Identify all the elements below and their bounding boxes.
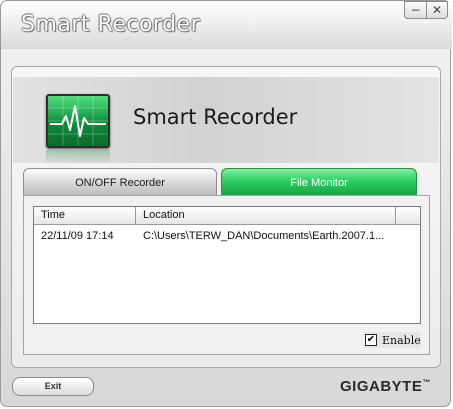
- column-header-location[interactable]: Location: [136, 207, 396, 224]
- list-item[interactable]: 22/11/09 17:14 C:\Users\TERW_DAN\Documen…: [34, 228, 414, 244]
- exit-button[interactable]: Exit: [12, 377, 94, 396]
- window-title: Smart Recorder: [21, 12, 201, 37]
- tab-file-monitor[interactable]: File Monitor: [221, 168, 417, 196]
- list-header: Time Location: [34, 207, 420, 225]
- file-monitor-list[interactable]: Time Location 22/11/09 17:14 C:\Users\TE…: [33, 206, 421, 324]
- enable-checkbox[interactable]: ✔: [365, 334, 377, 346]
- enable-checkbox-group[interactable]: ✔ Enable: [365, 332, 421, 348]
- column-header-filler: [396, 207, 420, 224]
- brand-text: GIGABYTE: [340, 378, 423, 395]
- enable-label: Enable: [382, 333, 421, 347]
- heartbeat-monitor-icon: [46, 94, 110, 148]
- cell-time: 22/11/09 17:14: [41, 230, 114, 242]
- gigabyte-logo: GIGABYTE™: [340, 378, 431, 395]
- tab-onoff-recorder[interactable]: ON/OFF Recorder: [23, 168, 217, 196]
- icon-reflection: [46, 150, 110, 164]
- trademark-mark: ™: [422, 378, 431, 387]
- header-title: Smart Recorder: [133, 105, 298, 129]
- window-controls: − ✕: [404, 1, 448, 19]
- column-header-time[interactable]: Time: [34, 207, 136, 224]
- close-button[interactable]: ✕: [426, 1, 448, 19]
- title-bar[interactable]: Smart Recorder − ✕: [1, 1, 452, 49]
- minimize-button[interactable]: −: [404, 1, 426, 19]
- cell-location: C:\Users\TERW_DAN\Documents\Earth.2007.1…: [143, 230, 385, 242]
